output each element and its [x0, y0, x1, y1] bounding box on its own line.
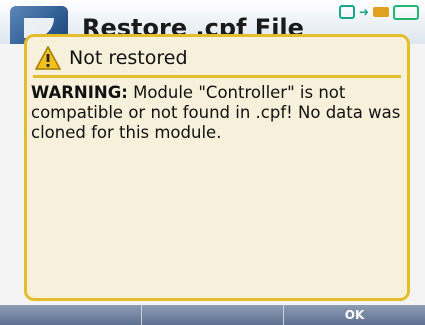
- network-icon: [338, 5, 355, 19]
- dialog-title: Not restored: [69, 47, 188, 69]
- dialog-message: WARNING: Module "Controller" is not comp…: [31, 83, 403, 143]
- warning-label: WARNING:: [31, 83, 128, 102]
- status-icons: ➜: [338, 4, 419, 20]
- warning-icon: [35, 46, 61, 70]
- softkey-2[interactable]: [141, 305, 283, 325]
- usb-icon: [373, 7, 389, 17]
- warning-dialog: Not restored WARNING: Module "Controller…: [24, 34, 410, 301]
- arrow-icon: ➜: [358, 5, 369, 19]
- softkey-1[interactable]: [0, 305, 141, 325]
- ok-button[interactable]: OK: [283, 305, 425, 325]
- dialog-header: Not restored: [35, 43, 399, 73]
- softkey-bar: OK: [0, 305, 425, 325]
- dialog-divider: [33, 75, 401, 78]
- battery-icon: [393, 4, 419, 20]
